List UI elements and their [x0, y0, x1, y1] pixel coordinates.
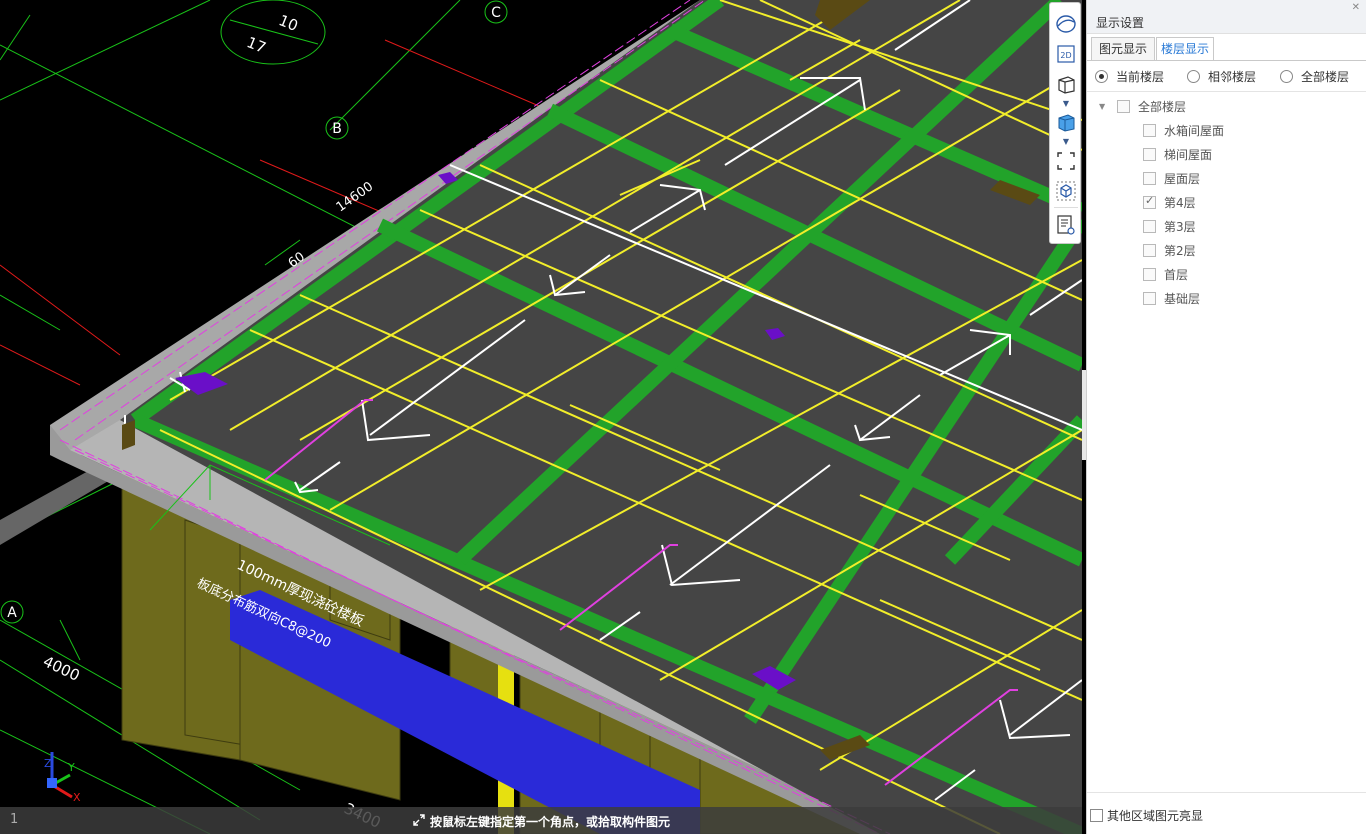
radio-label: 全部楼层: [1301, 69, 1350, 84]
checkbox[interactable]: [1143, 147, 1156, 161]
slab-edge-lower: [0, 470, 110, 545]
checkbox[interactable]: [1143, 243, 1156, 257]
solid-box-icon[interactable]: [1053, 109, 1079, 135]
tab-floor-display[interactable]: 楼层显示: [1156, 37, 1214, 61]
checkbox[interactable]: [1143, 123, 1156, 137]
tree-root-label: 全部楼层: [1138, 99, 1187, 114]
checkbox[interactable]: [1143, 171, 1156, 185]
status-bar: 1 按鼠标左键指定第一个角点，或拾取构件图元: [0, 807, 1082, 834]
svg-text:B: B: [332, 121, 342, 137]
dimension-14600: 14600: [334, 179, 376, 215]
radio-current-floor[interactable]: 当前楼层: [1095, 67, 1164, 85]
properties-view-icon[interactable]: [1053, 212, 1079, 238]
checkbox[interactable]: [1143, 291, 1156, 305]
svg-text:A: A: [7, 605, 17, 621]
tab-element-display[interactable]: 图元显示: [1091, 37, 1155, 61]
floor-label: 第3层: [1164, 219, 1196, 234]
radio-label: 当前楼层: [1116, 69, 1165, 84]
axis-bubble-c: C: [484, 0, 508, 24]
radio-adjacent-floors[interactable]: 相邻楼层: [1187, 67, 1256, 85]
floor-item-2[interactable]: 第2层: [1143, 241, 1196, 259]
marquee-select-icon[interactable]: [1053, 148, 1079, 174]
svg-text:17: 17: [244, 33, 268, 57]
checkbox[interactable]: [1143, 267, 1156, 281]
axis-z-label: Z: [44, 757, 52, 770]
panel-title: 显示设置: [1096, 16, 1145, 30]
axis-bubble-a: A: [0, 600, 24, 624]
status-message: 按鼠标左键指定第一个角点，或拾取构件图元: [430, 815, 671, 829]
3d-viewport[interactable]: C B A 10 17 14600 60 4000 3400 100mm厚: [0, 0, 1082, 834]
axis-x-label: X: [73, 791, 81, 804]
axis-bubble-b: B: [325, 116, 349, 140]
divider: [1087, 792, 1366, 793]
view-toolbar: 2D ▼ ▼: [1049, 2, 1081, 244]
radio-button[interactable]: [1187, 69, 1200, 83]
floor-label: 第4层: [1164, 195, 1196, 210]
floor-number: 1: [10, 812, 19, 827]
corner-select-icon: [413, 814, 425, 826]
floor-item-4[interactable]: 第4层: [1143, 193, 1196, 211]
checkbox[interactable]: [1143, 194, 1156, 209]
chevron-down-icon[interactable]: ▼: [1061, 99, 1071, 109]
toolbar-divider: [1054, 207, 1078, 208]
checkbox[interactable]: [1090, 809, 1103, 822]
checkbox[interactable]: [1143, 219, 1156, 233]
building-model[interactable]: C B A 10 17 14600 60 4000 3400 100mm厚: [0, 0, 1082, 834]
svg-text:2D: 2D: [1060, 51, 1071, 60]
display-settings-panel: 显示设置 ✕ 图元显示 楼层显示 当前楼层 相邻楼层 全部楼层 ▼ 全部楼层 水…: [1086, 0, 1366, 834]
detail-bubble: 10 17: [220, 0, 326, 65]
svg-text:C: C: [491, 5, 501, 21]
floor-item-stair-roof[interactable]: 梯间屋面: [1143, 145, 1212, 163]
floor-item-roof[interactable]: 屋面层: [1143, 169, 1200, 187]
floor-label: 基础层: [1164, 291, 1201, 306]
collapse-arrow-icon[interactable]: ▼: [1099, 102, 1109, 111]
orbit-icon[interactable]: [1053, 11, 1079, 37]
floor-item-ground[interactable]: 首层: [1143, 265, 1188, 283]
3d-box-icon[interactable]: [1053, 71, 1079, 97]
divider: [1087, 91, 1366, 92]
radio-button[interactable]: [1095, 69, 1108, 83]
floor-item-foundation[interactable]: 基础层: [1143, 289, 1200, 307]
floor-label: 水箱间屋面: [1164, 123, 1225, 138]
isometric-view-icon[interactable]: [1053, 178, 1079, 204]
floor-item-3[interactable]: 第3层: [1143, 217, 1196, 235]
close-icon[interactable]: ✕: [1352, 2, 1360, 13]
floor-label: 屋面层: [1164, 171, 1201, 186]
highlight-other-areas-option[interactable]: 其他区域图元亮显: [1090, 807, 1203, 824]
floor-label: 梯间屋面: [1164, 147, 1213, 162]
floor-label: 首层: [1164, 267, 1189, 282]
tab-underline: [1087, 60, 1366, 61]
tree-root-all-floors[interactable]: ▼ 全部楼层: [1099, 97, 1186, 115]
axis-gizmo: Z Y X: [44, 752, 81, 804]
floor-item-water-tank-roof[interactable]: 水箱间屋面: [1143, 121, 1224, 139]
panel-header: 显示设置 ✕: [1087, 0, 1366, 34]
dimension-4000: 4000: [40, 652, 82, 684]
svg-text:10: 10: [276, 11, 300, 35]
radio-all-floors[interactable]: 全部楼层: [1280, 67, 1349, 85]
app-window: C B A 10 17 14600 60 4000 3400 100mm厚: [0, 0, 1366, 834]
option-label: 其他区域图元亮显: [1107, 809, 1204, 823]
radio-label: 相邻楼层: [1208, 69, 1257, 84]
2d-view-icon[interactable]: 2D: [1053, 41, 1079, 67]
floor-label: 第2层: [1164, 243, 1196, 258]
radio-button[interactable]: [1280, 69, 1293, 83]
chevron-down-icon[interactable]: ▼: [1061, 137, 1071, 147]
checkbox[interactable]: [1117, 99, 1130, 113]
axis-y-label: Y: [67, 761, 75, 774]
